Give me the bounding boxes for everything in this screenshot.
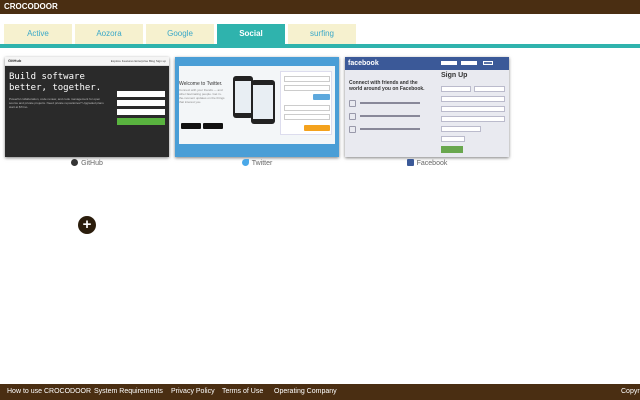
bookmark-label: GitHub [81, 160, 103, 167]
phone-image [233, 76, 253, 118]
footer-link-terms-of-use[interactable]: Terms of Use [222, 384, 263, 400]
facebook-birthday-selects [441, 126, 481, 132]
add-bookmark-button[interactable]: + [78, 216, 96, 234]
facebook-header: facebook [345, 57, 509, 70]
bookmark-label: Facebook [416, 160, 448, 167]
bookmark-card-facebook[interactable]: facebook Connect with friends and the wo… [345, 57, 509, 157]
facebook-last-name-field [474, 86, 505, 92]
twitter-password-field [284, 85, 330, 91]
google-play-badge [203, 123, 223, 129]
bookmark-label: Twitter [251, 160, 273, 167]
footer-link-how-to-use[interactable]: How to use CROCODOOR [7, 384, 91, 400]
github-headline: Build software better, together. [9, 72, 102, 93]
facebook-signup-title: Sign Up [441, 72, 468, 79]
footer-link-system-requirements[interactable]: System Requirements [94, 384, 163, 400]
github-logo: GitHub [8, 58, 22, 63]
twitter-email-field [284, 114, 330, 120]
facebook-login-button [483, 61, 493, 65]
facebook-gender-radios [441, 136, 465, 142]
tab-google[interactable]: Google [146, 24, 214, 44]
github-signup-button [117, 118, 165, 125]
app-title-bar: CROCODOOR [0, 0, 640, 14]
tab-aozora[interactable]: Aozora [75, 24, 143, 44]
footer-link-privacy-policy[interactable]: Privacy Policy [171, 384, 215, 400]
bookmark-caption-twitter[interactable]: Twitter [175, 159, 339, 167]
bookmark-caption-facebook[interactable]: Facebook [345, 159, 509, 167]
twitter-bird-icon [241, 159, 249, 166]
twitter-signin-button [313, 94, 330, 100]
twitter-signup-button [304, 125, 330, 131]
facebook-email-login [441, 61, 457, 65]
github-email-field [117, 100, 165, 106]
twitter-login-form [280, 71, 332, 135]
category-tabs: Active Aozora Google Social surfing [4, 24, 359, 44]
twitter-subtext: Connect with your friends — and other fa… [179, 88, 225, 104]
facebook-icon [406, 159, 414, 166]
footer: How to use CROCODOOR System Requirements… [0, 384, 640, 400]
facebook-tagline: Connect with friends and the world aroun… [349, 80, 425, 92]
facebook-reenter-email-field [441, 106, 505, 112]
tab-surfing[interactable]: surfing [288, 24, 356, 44]
plus-icon: + [82, 216, 92, 233]
facebook-logo: facebook [348, 60, 379, 67]
facebook-password-login [461, 61, 477, 65]
tab-social[interactable]: Social [217, 24, 285, 44]
app-title: CROCODOOR [4, 2, 58, 11]
facebook-first-name-field [441, 86, 471, 92]
github-signup-form [117, 91, 165, 125]
app-store-badge [181, 123, 201, 129]
bookmark-card-github[interactable]: GitHub Explore Features Enterprise Blog … [5, 57, 169, 157]
github-header: GitHub Explore Features Enterprise Blog … [5, 57, 169, 66]
facebook-feature [349, 126, 429, 134]
facebook-signup-button [441, 146, 463, 153]
github-icon [71, 159, 79, 166]
bookmark-caption-github[interactable]: GitHub [5, 159, 169, 167]
tab-underline [0, 44, 640, 48]
twitter-headline: Welcome to Twitter. [179, 81, 223, 87]
facebook-password-field [441, 116, 505, 122]
github-password-field [117, 109, 165, 115]
bookmark-card-twitter[interactable]: Welcome to Twitter. Connect with your fr… [175, 57, 339, 157]
footer-link-operating-company[interactable]: Operating Company [274, 384, 337, 400]
github-subtext: Powerful collaboration, code review, and… [9, 97, 104, 109]
facebook-email-field [441, 96, 505, 102]
tab-active[interactable]: Active [4, 24, 72, 44]
github-username-field [117, 91, 165, 97]
twitter-name-field [284, 105, 330, 111]
phone-image [251, 80, 275, 124]
twitter-username-field [284, 76, 330, 82]
footer-copyright: Copyr [621, 388, 640, 395]
facebook-feature [349, 113, 429, 121]
facebook-feature [349, 100, 429, 108]
github-nav: Explore Features Enterprise Blog Sign up [110, 59, 166, 63]
